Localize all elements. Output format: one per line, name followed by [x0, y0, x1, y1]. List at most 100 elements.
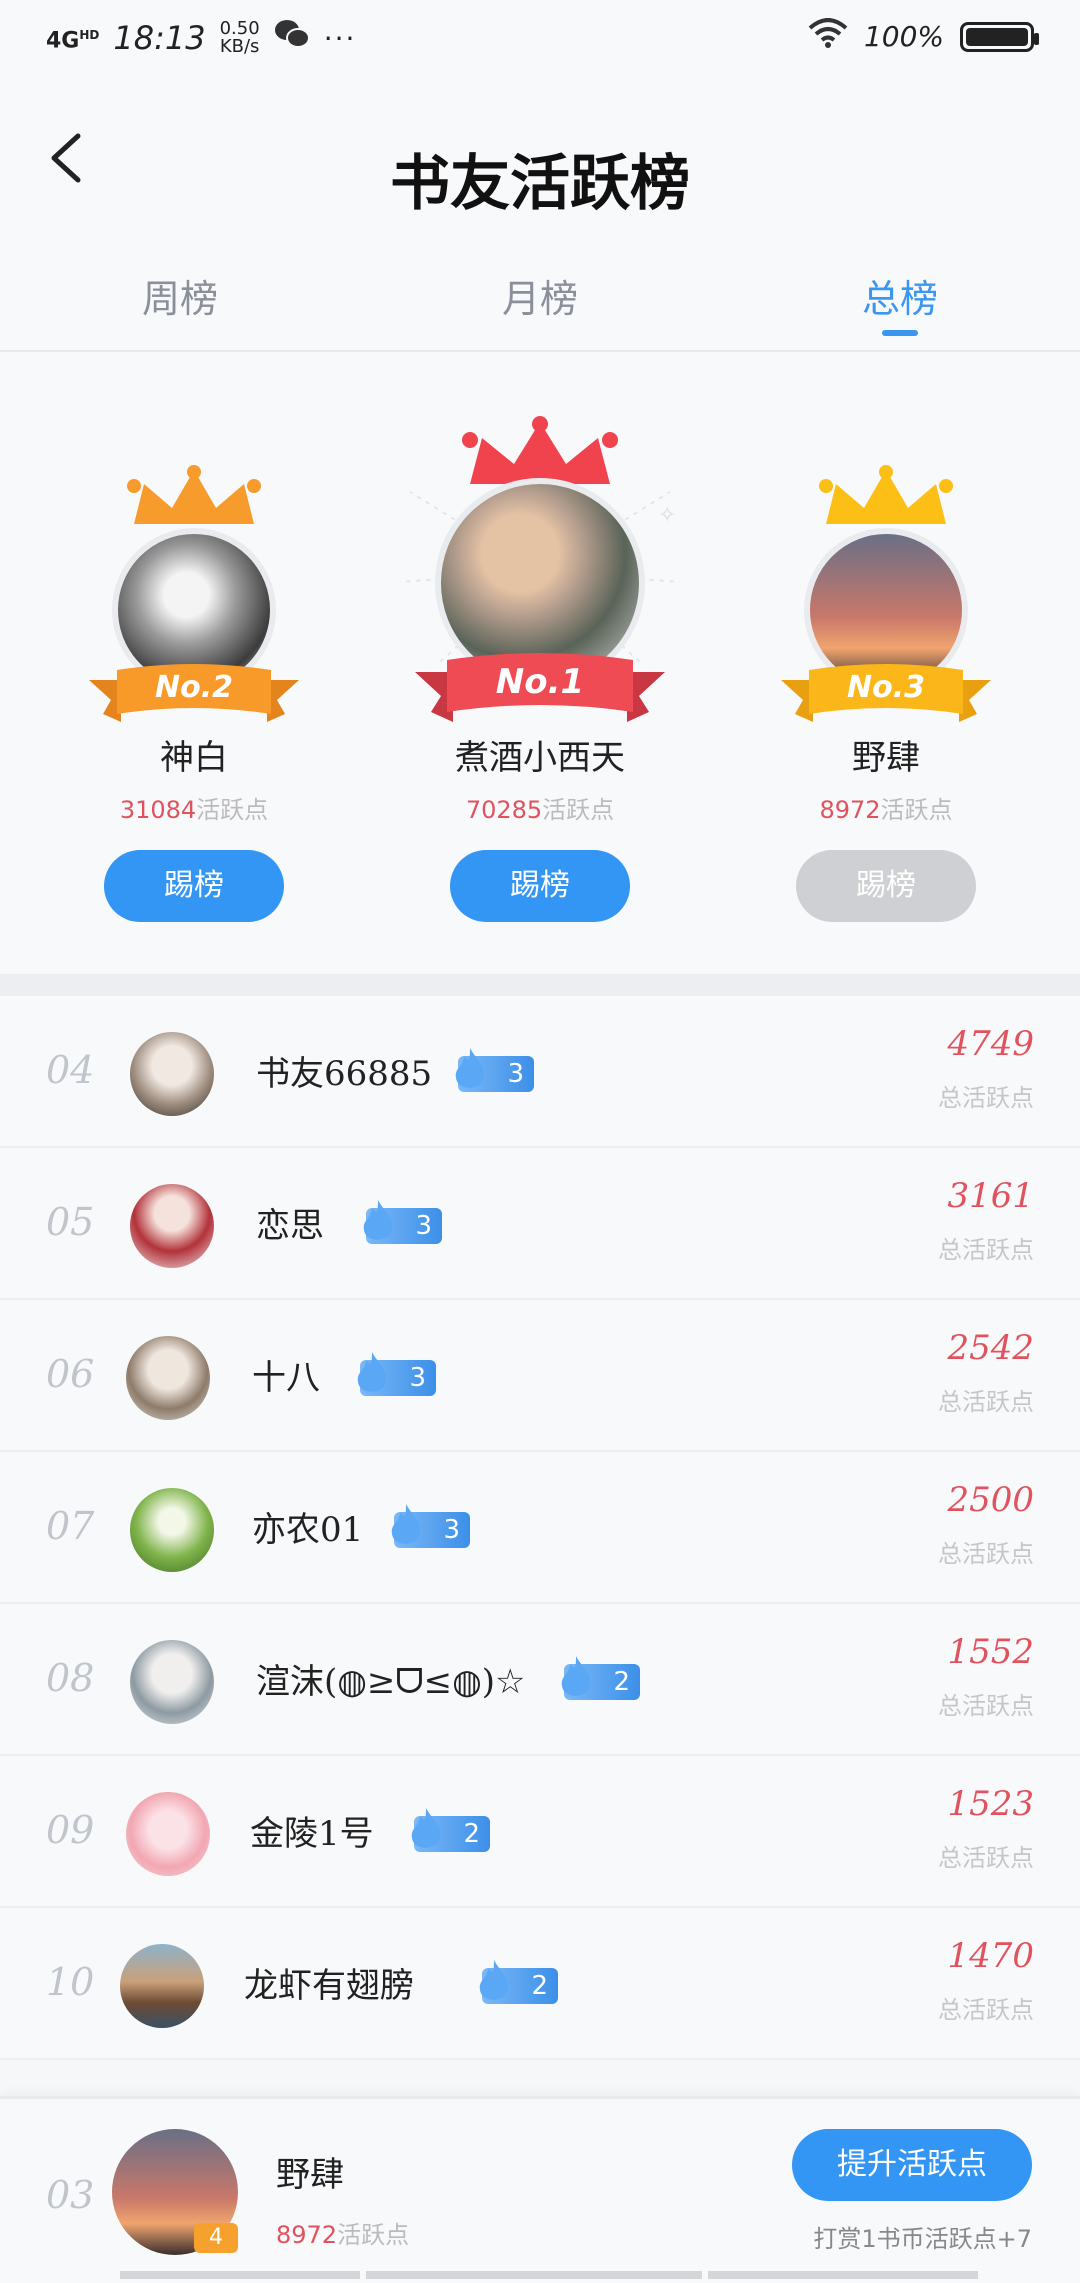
net-speed-unit: KB/s: [219, 36, 260, 57]
my-rank-number: 03: [46, 2173, 95, 2217]
points-value: 31084: [119, 796, 197, 824]
podium-name: 神白: [160, 738, 228, 778]
points-suffix: 活跃点: [880, 796, 953, 824]
rank-number: 10: [46, 1960, 95, 2004]
points-suffix: 活跃点: [196, 796, 269, 824]
level-badge: 2: [411, 1808, 490, 1852]
flame-icon: [363, 1200, 393, 1240]
list-item[interactable]: 04 书友66885 3 4749 总活跃点: [0, 996, 1080, 1148]
score-label: 总活跃点: [938, 1540, 1034, 1568]
rank-number: 06: [46, 1352, 95, 1396]
podium-rank-3: No.3 野肆 8972活跃点 踢榜: [736, 352, 1036, 974]
kick-button[interactable]: 踢榜: [104, 850, 284, 922]
level-number: 3: [409, 1363, 426, 1393]
level-badge: 3: [357, 1352, 436, 1396]
points-value: 70285: [465, 796, 543, 824]
score-value: 1523: [947, 1784, 1034, 1824]
my-points: 8972活跃点: [276, 2215, 409, 2250]
score-label: 总活跃点: [938, 1996, 1034, 2024]
level-badge: 3: [455, 1048, 534, 1092]
rank-label: No.1: [495, 662, 585, 702]
crown-icon: [127, 465, 261, 524]
rank-number: 05: [46, 1200, 95, 1244]
flame-icon: [561, 1656, 591, 1696]
flame-icon: [455, 1048, 485, 1088]
avatar[interactable]: [126, 1792, 210, 1876]
flame-icon: [357, 1352, 387, 1392]
svg-text:✧: ✧: [658, 503, 676, 528]
wechat-icon: [274, 18, 310, 58]
bottom-indicator: [120, 2271, 980, 2279]
podium-points: 70285活跃点: [390, 790, 690, 825]
my-level-badge: 4: [194, 2223, 238, 2253]
user-name: 渲沫(◍≥ᗜ≤◍)☆: [256, 1662, 526, 1702]
kick-button[interactable]: 踢榜: [450, 850, 630, 922]
rank-label: No.3: [847, 670, 925, 705]
level-number: 3: [507, 1059, 524, 1089]
user-name: 书友66885: [256, 1054, 433, 1094]
list-item[interactable]: 06 十八 3 2542 总活跃点: [0, 1300, 1080, 1452]
user-name: 亦农01: [252, 1510, 364, 1550]
rank-number: 08: [46, 1656, 95, 1700]
list-item[interactable]: 08 渲沫(◍≥ᗜ≤◍)☆ 2 1552 总活跃点: [0, 1604, 1080, 1756]
score-value: 1552: [947, 1632, 1034, 1672]
level-number: 2: [531, 1971, 548, 2001]
battery-percent: 100%: [863, 20, 944, 53]
rank-label: No.2: [155, 670, 233, 705]
user-name: 龙虾有翅膀: [244, 1966, 414, 2006]
flame-icon: [411, 1808, 441, 1848]
kick-button[interactable]: 踢榜: [796, 850, 976, 922]
score-value: 3161: [947, 1176, 1034, 1216]
user-name: 十八: [252, 1358, 320, 1398]
points-value: 8972: [276, 2221, 338, 2249]
user-name: 恋思: [256, 1206, 324, 1246]
rank-number: 04: [46, 1048, 95, 1092]
podium-points: 8972活跃点: [736, 790, 1036, 825]
score-label: 总活跃点: [938, 1388, 1034, 1416]
tab-weekly[interactable]: 周榜: [0, 240, 360, 350]
battery-icon: [960, 21, 1039, 52]
level-badge: 3: [391, 1504, 470, 1548]
score-label: 总活跃点: [938, 1084, 1034, 1112]
podium-rank-2: No.2 神白 31084活跃点 踢榜: [44, 352, 344, 974]
avatar[interactable]: [120, 1944, 204, 2028]
rank-number: 09: [46, 1808, 95, 1852]
list-item[interactable]: 05 恋思 3 3161 总活跃点: [0, 1148, 1080, 1300]
boost-activity-button[interactable]: 提升活跃点: [792, 2129, 1032, 2201]
score-label: 总活跃点: [938, 1692, 1034, 1720]
my-rank-bar: 03 4 野肆 8972活跃点 提升活跃点 打赏1书币活跃点+7: [0, 2096, 1080, 2283]
ranking-list: 04 书友66885 3 4749 总活跃点 05 恋思 3 3161 总活跃点…: [0, 996, 1080, 2060]
points-suffix: 活跃点: [542, 796, 615, 824]
score-value: 2542: [947, 1328, 1034, 1368]
flame-icon: [479, 1960, 509, 2000]
score-label: 总活跃点: [938, 1236, 1034, 1264]
crown-icon: [819, 465, 953, 524]
score-value: 1470: [947, 1936, 1034, 1976]
signal-icon: 4GHD: [46, 24, 99, 52]
tab-total[interactable]: 总榜: [720, 240, 1080, 350]
avatar[interactable]: [130, 1184, 214, 1268]
flame-icon: [391, 1504, 421, 1544]
more-notifications-icon: ···: [323, 21, 357, 55]
net-speed: 0.50 KB/s: [220, 20, 260, 56]
avatar[interactable]: [126, 1336, 210, 1420]
header: 书友活跃榜: [0, 80, 1080, 240]
list-item[interactable]: 09 金陵1号 2 1523 总活跃点: [0, 1756, 1080, 1908]
reward-tip: 打赏1书币活跃点+7: [813, 2225, 1032, 2253]
podium-points: 31084活跃点: [44, 790, 344, 825]
list-item[interactable]: 10 龙虾有翅膀 2 1470 总活跃点: [0, 1908, 1080, 2060]
wifi-icon: [808, 18, 848, 55]
status-bar: 4GHD 18:13 0.50 KB/s ··· 100%: [0, 0, 1080, 80]
points-suffix: 活跃点: [337, 2221, 410, 2249]
level-number: 2: [613, 1667, 630, 1697]
score-label: 总活跃点: [938, 1844, 1034, 1872]
level-badge: 3: [363, 1200, 442, 1244]
level-badge: 2: [479, 1960, 558, 2004]
tab-monthly[interactable]: 月榜: [360, 240, 720, 350]
list-item[interactable]: 07 亦农01 3 2500 总活跃点: [0, 1452, 1080, 1604]
my-name: 野肆: [276, 2155, 344, 2195]
avatar[interactable]: [130, 1032, 214, 1116]
avatar[interactable]: [130, 1640, 214, 1724]
network-sup: HD: [79, 27, 100, 42]
avatar[interactable]: [130, 1488, 214, 1572]
